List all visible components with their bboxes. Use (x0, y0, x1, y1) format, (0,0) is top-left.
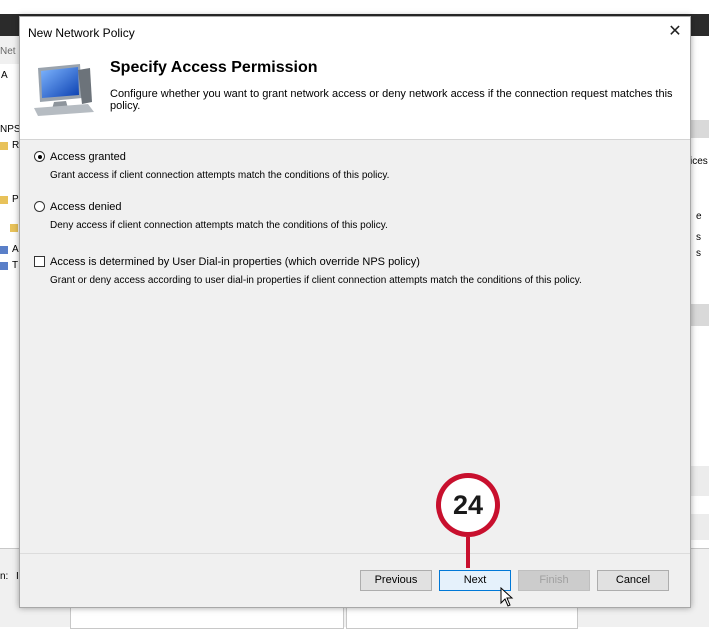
background-menu-fragment: Net (0, 46, 16, 57)
dialin-properties-option[interactable]: Access is determined by User Dial-in pro… (34, 256, 674, 292)
background-details-fragment: e (696, 211, 702, 222)
background-details-fragment: s (696, 248, 701, 259)
dialog-title-bar: New Network Policy ✕ (20, 17, 690, 47)
step-callout: 24 (436, 473, 500, 537)
dialog-header: Specify Access Permission Configure whet… (20, 47, 690, 140)
background-details-pane: ices e s s (690, 36, 709, 556)
background-tree-fragment: A (1, 70, 8, 81)
access-granted-radio[interactable] (34, 151, 45, 162)
close-button[interactable]: ✕ (664, 21, 686, 43)
background-tree-fragment: NPS (0, 124, 21, 135)
previous-button[interactable]: Previous (360, 570, 432, 591)
background-tree-fragment: T (12, 260, 19, 271)
accounting-icon (0, 246, 8, 254)
network-monitor-icon (32, 62, 96, 118)
dialin-properties-label[interactable]: Access is determined by User Dial-in pro… (50, 256, 420, 268)
step-number: 24 (441, 478, 495, 532)
new-network-policy-dialog: New Network Policy ✕ Specify Access Perm… (19, 16, 691, 608)
folder-icon (0, 196, 8, 204)
page-heading: Specify Access Permission (110, 59, 318, 76)
templates-icon (0, 262, 8, 270)
footer-divider (20, 553, 690, 554)
access-denied-option[interactable]: Access denied Deny access if client conn… (34, 201, 674, 237)
folder-icon (0, 142, 8, 150)
callout-pointer-line (466, 537, 470, 568)
close-icon: ✕ (668, 23, 682, 40)
access-granted-description: Grant access if client connection attemp… (50, 170, 390, 181)
finish-button: Finish (518, 570, 590, 591)
background-tree-pane: A NPS R P A T (0, 64, 21, 548)
mouse-pointer-icon (500, 586, 514, 610)
background-details-fragment: ices (690, 156, 708, 167)
access-denied-description: Deny access if client connection attempt… (50, 220, 388, 231)
access-denied-radio[interactable] (34, 201, 45, 212)
window-title: New Network Policy (28, 26, 135, 40)
dialin-properties-description: Grant or deny access according to user d… (50, 275, 582, 286)
page-description: Configure whether you want to grant netw… (110, 88, 673, 112)
background-status-label: n: (0, 571, 9, 582)
background-tree-fragment: A (12, 244, 19, 255)
cancel-button[interactable]: Cancel (597, 570, 669, 591)
background-tree-fragment: P (12, 194, 19, 205)
dialin-properties-checkbox[interactable] (34, 256, 45, 267)
access-granted-label[interactable]: Access granted (50, 151, 126, 163)
folder-icon (10, 224, 18, 232)
background-details-fragment: s (696, 232, 701, 243)
access-denied-label[interactable]: Access denied (50, 201, 122, 213)
access-granted-option[interactable]: Access granted Grant access if client co… (34, 151, 674, 187)
